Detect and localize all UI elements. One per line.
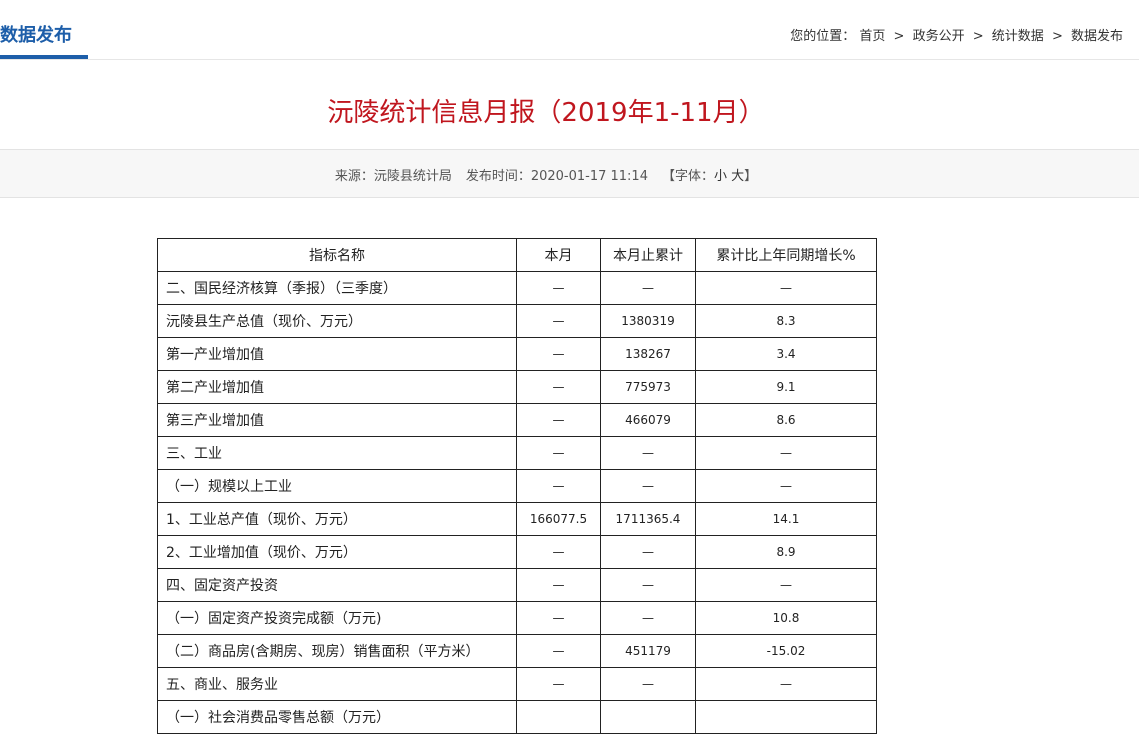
cell-cumulative: —	[600, 667, 696, 701]
cell-this-month: —	[516, 337, 601, 371]
table-row: 沅陵县生产总值（现价、万元） —1380319 8.3	[157, 304, 877, 338]
cell-this-month: —	[516, 370, 601, 404]
cell-cumulative: —	[600, 568, 696, 602]
cell-cumulative: —	[600, 469, 696, 503]
article-source: 来源：沅陵县统计局	[334, 169, 452, 184]
cell-this-month: —	[516, 469, 601, 503]
statistics-table: 指标名称 本月 本月止累计 累计比上年同期增长% 二、国民经济核算（季报）（三季…	[157, 238, 877, 734]
cell-growth: 8.3	[695, 304, 877, 338]
cell-this-month: —	[516, 568, 601, 602]
cell-indicator-name: 第一产业增加值	[157, 337, 517, 371]
breadcrumb-separator: >	[972, 29, 984, 44]
cell-growth: 8.9	[695, 535, 877, 569]
breadcrumb-label: 您的位置：	[790, 29, 856, 44]
cell-cumulative: —	[600, 271, 696, 305]
cell-indicator-name: （一）社会消费品零售总额（万元）	[157, 700, 517, 734]
table-row: 第一产业增加值 —138267 3.4	[157, 337, 877, 371]
table-row: （二）商品房(含期房、现房）销售面积（平方米） —451179 -15.02	[157, 634, 877, 668]
article-meta-bar: 来源：沅陵县统计局 发布时间：2020-01-17 11:14 【字体：小 大】	[0, 149, 1139, 198]
cell-indicator-name: 2、工业增加值（现价、万元）	[157, 535, 517, 569]
cell-indicator-name: 沅陵县生产总值（现价、万元）	[157, 304, 517, 338]
cell-cumulative: —	[600, 601, 696, 635]
cell-growth: 9.1	[695, 370, 877, 404]
cell-this-month: —	[516, 634, 601, 668]
table-row: 第三产业增加值 —466079 8.6	[157, 403, 877, 437]
cell-this-month: —	[516, 535, 601, 569]
table-row: 三、工业 — — —	[157, 436, 877, 470]
cell-indicator-name: 四、固定资产投资	[157, 568, 517, 602]
cell-growth: —	[695, 436, 877, 470]
cell-indicator-name: （一）规模以上工业	[157, 469, 517, 503]
table-row: 第二产业增加值 —775973 9.1	[157, 370, 877, 404]
cell-cumulative: 1711365.4	[600, 502, 696, 536]
cell-this-month: 166077.5	[516, 502, 601, 536]
table-row: 四、固定资产投资 — — —	[157, 568, 877, 602]
cell-growth: 8.6	[695, 403, 877, 437]
table-row: 2、工业增加值（现价、万元） — —8.9	[157, 535, 877, 569]
breadcrumb-home-link[interactable]: 首页	[859, 29, 885, 44]
cell-this-month: —	[516, 304, 601, 338]
breadcrumb-statistics-link[interactable]: 统计数据	[992, 29, 1044, 44]
cell-indicator-name: 三、工业	[157, 436, 517, 470]
cell-indicator-name: （二）商品房(含期房、现房）销售面积（平方米）	[157, 634, 517, 668]
top-bar: 数据发布 您的位置： 首页 > 政务公开 > 统计数据 > 数据发布	[0, 0, 1139, 60]
table-row: （一）固定资产投资完成额（万元) — —10.8	[157, 601, 877, 635]
cell-cumulative: 138267	[600, 337, 696, 371]
cell-cumulative: 451179	[600, 634, 696, 668]
article-title: 沅陵统计信息月报（2019年1-11月）	[327, 98, 765, 128]
column-header-this-month: 本月	[516, 238, 601, 272]
cell-this-month	[516, 700, 601, 734]
breadcrumb-separator: >	[893, 29, 905, 44]
cell-growth: 3.4	[695, 337, 877, 371]
font-large-button[interactable]: 大	[731, 169, 744, 184]
cell-growth: 10.8	[695, 601, 877, 635]
cell-cumulative: 466079	[600, 403, 696, 437]
breadcrumb-data-release-link[interactable]: 数据发布	[1071, 29, 1123, 44]
breadcrumb-gov-affairs-link[interactable]: 政务公开	[913, 29, 965, 44]
cell-growth: —	[695, 667, 877, 701]
cell-cumulative: 1380319	[600, 304, 696, 338]
font-size-prefix: 【字体：	[661, 169, 714, 184]
cell-growth: -15.02	[695, 634, 877, 668]
cell-indicator-name: 第二产业增加值	[157, 370, 517, 404]
cell-this-month: —	[516, 601, 601, 635]
table-header-row: 指标名称 本月 本月止累计 累计比上年同期增长%	[157, 238, 877, 272]
article-meta: 来源：沅陵县统计局 发布时间：2020-01-17 11:14 【字体：小 大】	[0, 165, 1092, 184]
table-row: （一）规模以上工业 — — —	[157, 469, 877, 503]
cell-cumulative	[600, 700, 696, 734]
table-row: 二、国民经济核算（季报）（三季度） — — —	[157, 271, 877, 305]
cell-this-month: —	[516, 403, 601, 437]
cell-growth	[695, 700, 877, 734]
cell-cumulative: —	[600, 436, 696, 470]
cell-this-month: —	[516, 436, 601, 470]
breadcrumb-separator: >	[1051, 29, 1063, 44]
column-header-growth: 累计比上年同期增长%	[695, 238, 877, 272]
section-title: 数据发布	[0, 25, 72, 46]
cell-growth: 14.1	[695, 502, 877, 536]
cell-growth: —	[695, 469, 877, 503]
column-header-indicator: 指标名称	[157, 238, 517, 272]
cell-indicator-name: 1、工业总产值（现价、万元）	[157, 502, 517, 536]
cell-cumulative: 775973	[600, 370, 696, 404]
font-small-button[interactable]: 小	[714, 169, 727, 184]
cell-indicator-name: （一）固定资产投资完成额（万元)	[157, 601, 517, 635]
cell-indicator-name: 第三产业增加值	[157, 403, 517, 437]
font-size-suffix: 】	[744, 169, 758, 184]
section-title-underline	[0, 55, 88, 59]
breadcrumb: 您的位置： 首页 > 政务公开 > 统计数据 > 数据发布	[790, 25, 1123, 44]
table-row: 1、工业总产值（现价、万元） 166077.5 1711365.4 14.1	[157, 502, 877, 536]
table-row: （一）社会消费品零售总额（万元）	[157, 700, 877, 734]
cell-this-month: —	[516, 667, 601, 701]
cell-indicator-name: 二、国民经济核算（季报）（三季度）	[157, 271, 517, 305]
cell-growth: —	[695, 271, 877, 305]
cell-growth: —	[695, 568, 877, 602]
column-header-cumulative: 本月止累计	[600, 238, 696, 272]
article-publish-time: 发布时间：2020-01-17 11:14	[465, 169, 648, 184]
table-row: 五、商业、服务业 — — —	[157, 667, 877, 701]
cell-cumulative: —	[600, 535, 696, 569]
cell-indicator-name: 五、商业、服务业	[157, 667, 517, 701]
table-body: 二、国民经济核算（季报）（三季度） — — — 沅陵县生产总值（现价、万元） —13803…	[157, 271, 877, 734]
cell-this-month: —	[516, 271, 601, 305]
